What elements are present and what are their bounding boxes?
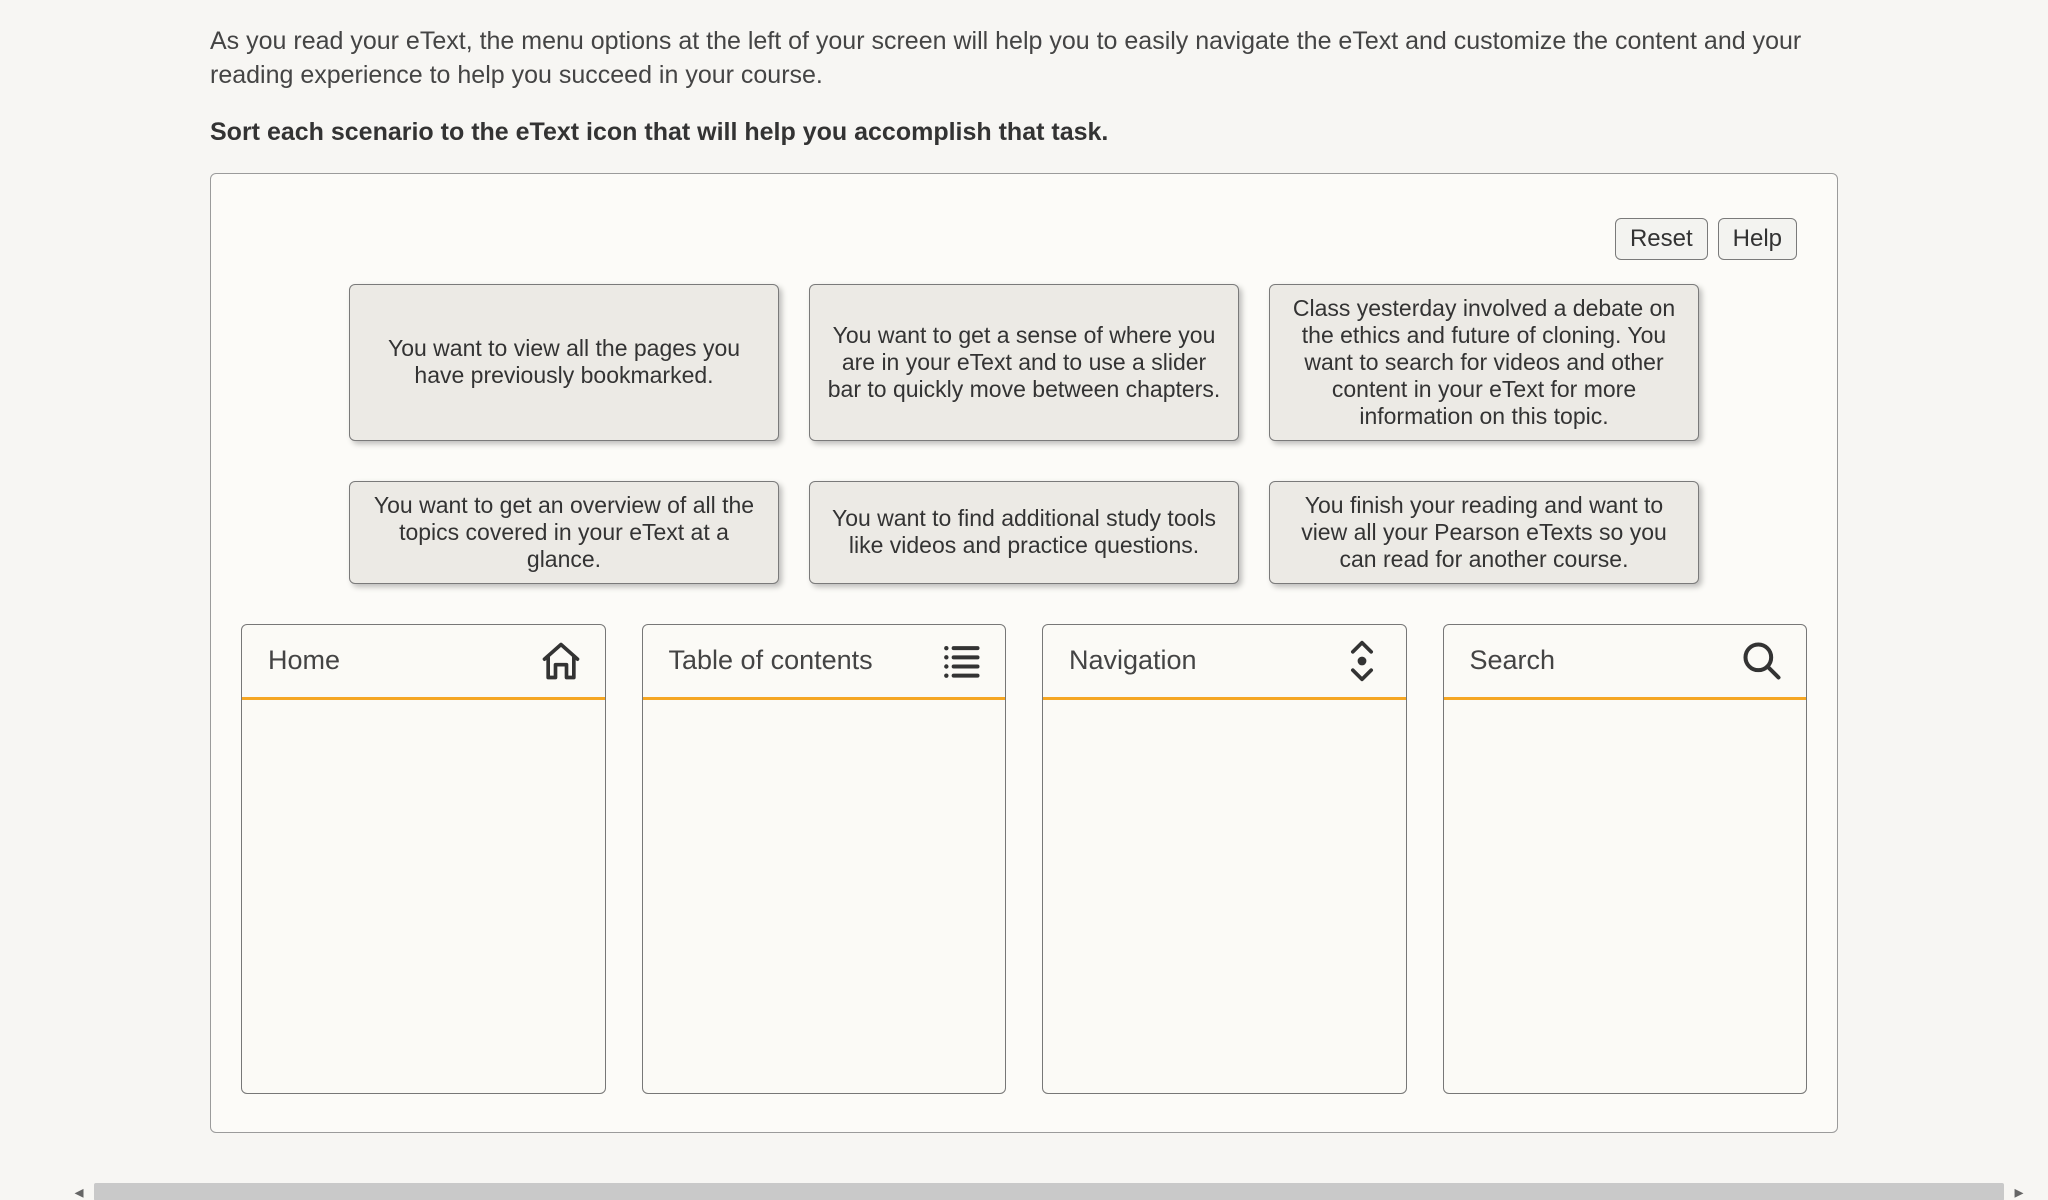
activity-frame: Reset Help You want to view all the page…: [210, 173, 1838, 1133]
search-icon: [1740, 639, 1784, 683]
nav-icon: [1340, 639, 1384, 683]
instructions-text: Sort each scenario to the eText icon tha…: [210, 118, 1838, 147]
scroll-track[interactable]: [94, 1183, 2004, 1200]
bin-dropzone[interactable]: [1043, 700, 1406, 1093]
intro-text: As you read your eText, the menu options…: [210, 25, 1838, 93]
bin-dropzone[interactable]: [1444, 700, 1807, 1093]
bin-label: Table of contents: [669, 645, 873, 676]
bin-header: Navigation: [1043, 625, 1406, 700]
bin-header: Search: [1444, 625, 1807, 700]
bin-label: Search: [1470, 645, 1556, 676]
horizontal-scrollbar[interactable]: ◂ ▸: [70, 1181, 2028, 1200]
drop-bins: Home Table of contents: [241, 624, 1807, 1094]
card-row-1: You want to view all the pages you have …: [349, 284, 1699, 441]
sortable-cards-area: You want to view all the pages you have …: [241, 284, 1807, 584]
bin-toc[interactable]: Table of contents: [642, 624, 1007, 1094]
bin-header: Home: [242, 625, 605, 700]
bin-home[interactable]: Home: [241, 624, 606, 1094]
scenario-card[interactable]: You want to find additional study tools …: [809, 481, 1239, 584]
bin-header: Table of contents: [643, 625, 1006, 700]
scenario-card[interactable]: You want to get an overview of all the t…: [349, 481, 779, 584]
page-root: As you read your eText, the menu options…: [0, 25, 2048, 1200]
bin-dropzone[interactable]: [643, 700, 1006, 1093]
scenario-card[interactable]: You finish your reading and want to view…: [1269, 481, 1699, 584]
reset-button[interactable]: Reset: [1615, 218, 1708, 260]
card-row-2: You want to get an overview of all the t…: [349, 481, 1699, 584]
home-icon: [539, 639, 583, 683]
bin-label: Navigation: [1069, 645, 1197, 676]
scenario-card[interactable]: You want to view all the pages you have …: [349, 284, 779, 441]
top-buttons: Reset Help: [1615, 218, 1797, 260]
scenario-card[interactable]: You want to get a sense of where you are…: [809, 284, 1239, 441]
scroll-left-arrow[interactable]: ◂: [70, 1181, 88, 1200]
bin-dropzone[interactable]: [242, 700, 605, 1093]
scenario-card[interactable]: Class yesterday involved a debate on the…: [1269, 284, 1699, 441]
help-button[interactable]: Help: [1718, 218, 1797, 260]
list-icon: [939, 639, 983, 683]
bin-label: Home: [268, 645, 340, 676]
bin-navigation[interactable]: Navigation: [1042, 624, 1407, 1094]
scroll-right-arrow[interactable]: ▸: [2010, 1181, 2028, 1200]
bin-search[interactable]: Search: [1443, 624, 1808, 1094]
